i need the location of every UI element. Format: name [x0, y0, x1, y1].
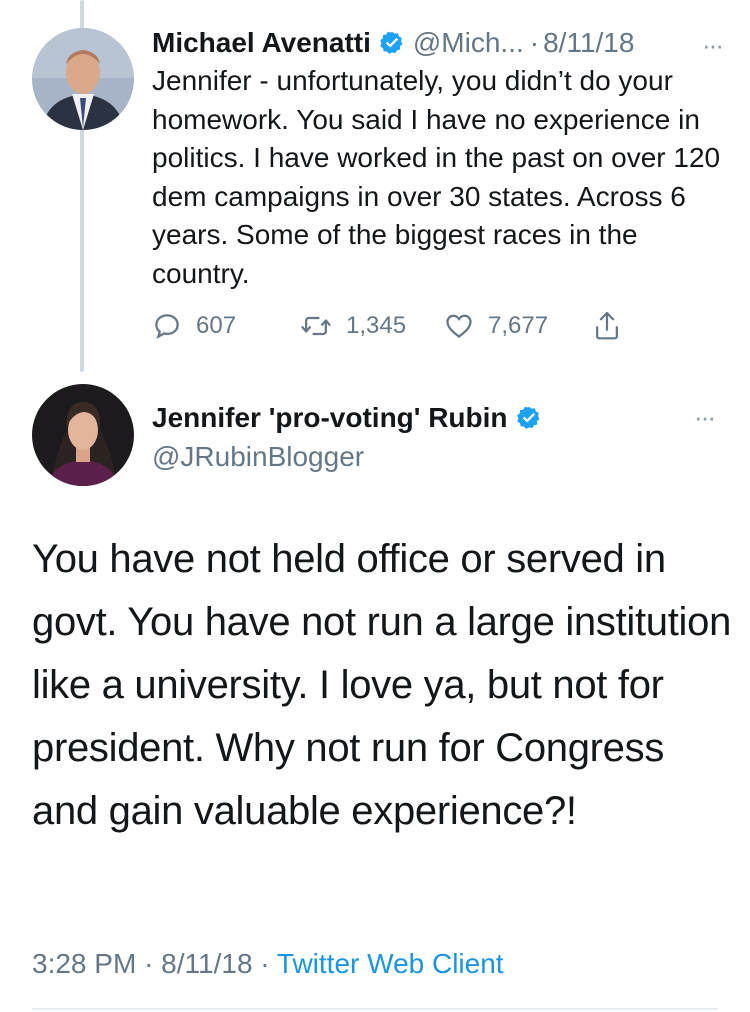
main-tweet-header: Jennifer 'pro-voting' Rubin @JRubinBlogg… — [152, 398, 722, 476]
avatar-jennifer-rubin[interactable] — [32, 384, 134, 486]
main-tweet-meta: 3:28 PM · 8/11/18 · Twitter Web Client — [32, 948, 504, 980]
share-button[interactable] — [592, 304, 636, 348]
tweet-date[interactable]: 8/11/18 — [161, 948, 252, 979]
main-author-name[interactable]: Jennifer 'pro-voting' Rubin — [152, 402, 508, 434]
reply-count: 607 — [196, 312, 237, 339]
reply-author-handle[interactable]: @Mich... — [413, 27, 524, 59]
more-options-icon[interactable]: ··· — [694, 402, 716, 433]
avatar-michael-avenatti[interactable] — [32, 28, 134, 130]
reply-tweet-actions: 607 1,345 7,677 — [152, 304, 632, 348]
meta-separator-1: · — [144, 948, 154, 979]
retweet-icon — [301, 316, 331, 336]
header-separator: · — [529, 27, 540, 58]
main-tweet-text: You have not held office or served in go… — [32, 537, 732, 833]
divider — [32, 1008, 718, 1010]
more-options-icon[interactable]: ··· — [702, 30, 724, 61]
tweet-time[interactable]: 3:28 PM — [32, 948, 136, 979]
reply-tweet-date[interactable]: 8/11/18 — [543, 27, 634, 59]
reply-tweet-header: Michael Avenatti @Mich... · 8/11/18 ··· — [152, 22, 724, 64]
like-button[interactable]: 7,677 — [444, 304, 548, 348]
retweet-button[interactable]: 1,345 — [300, 304, 406, 348]
reply-author-name[interactable]: Michael Avenatti — [152, 27, 371, 59]
reply-icon — [155, 314, 179, 339]
reply-tweet-text: Jennifer - unfortunately, you didn’t do … — [152, 65, 721, 289]
share-icon — [596, 311, 618, 340]
meta-separator-2: · — [260, 948, 270, 979]
main-author-handle[interactable]: @JRubinBlogger — [152, 438, 722, 476]
verified-badge-icon — [379, 30, 405, 56]
verified-badge-icon — [516, 405, 542, 431]
tweet-client-link[interactable]: Twitter Web Client — [277, 948, 504, 979]
like-icon — [446, 314, 472, 339]
retweet-count: 1,345 — [346, 312, 407, 339]
like-count: 7,677 — [488, 312, 549, 339]
reply-button[interactable]: 607 — [152, 304, 236, 348]
